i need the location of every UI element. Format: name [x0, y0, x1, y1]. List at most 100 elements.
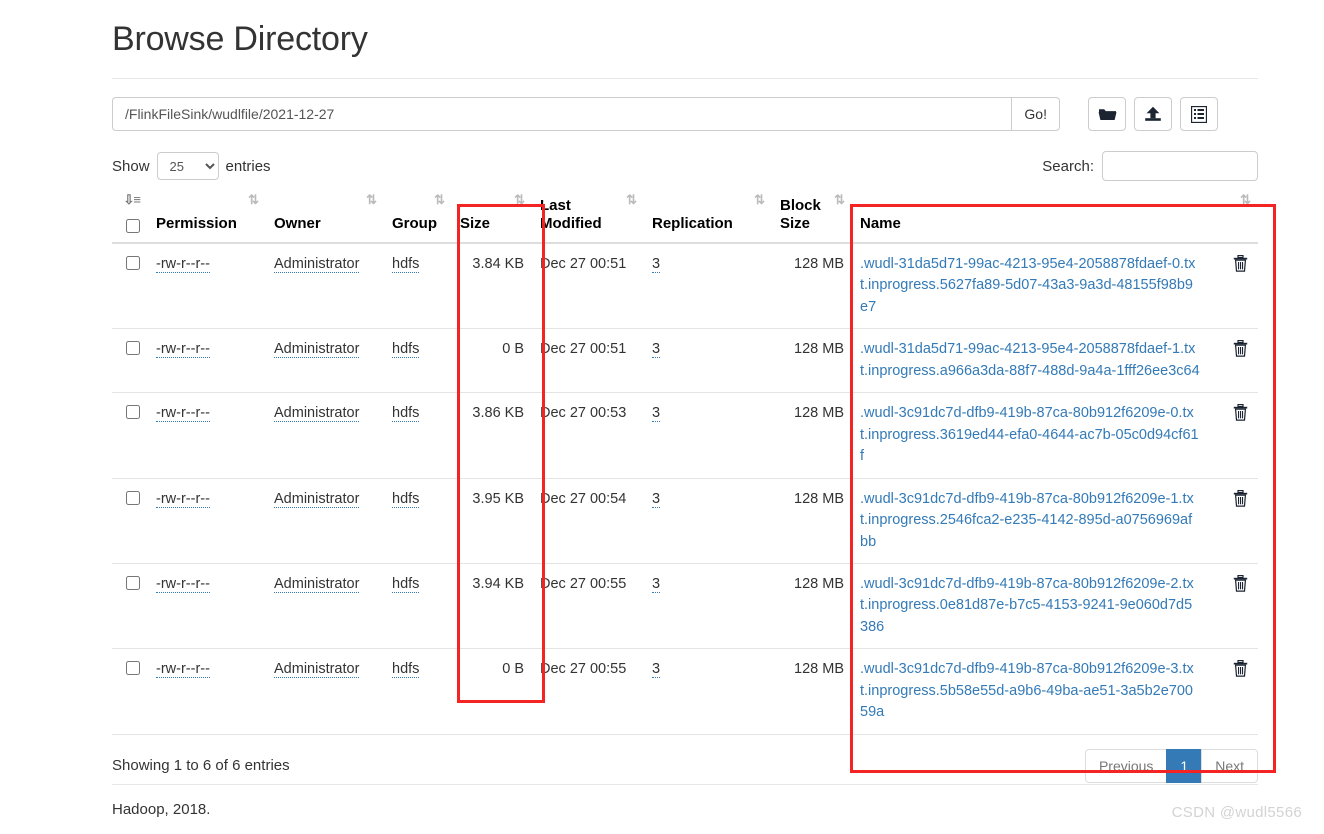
delete-file-button[interactable]	[1233, 489, 1248, 510]
name-cell: .wudl-31da5d71-99ac-4213-95e4-2058878fda…	[852, 328, 1222, 394]
permission-cell: -rw-r--r--	[148, 478, 266, 564]
header-owner[interactable]: ⇅ Owner	[266, 191, 384, 244]
row-checkbox[interactable]	[126, 575, 140, 590]
page-length-select[interactable]: 25	[156, 152, 219, 180]
owner-cell: Administrator	[266, 328, 384, 394]
sort-icon[interactable]: ⇩≡	[124, 193, 142, 206]
search-input[interactable]	[1102, 151, 1258, 181]
row-select-cell	[112, 243, 148, 330]
group-link[interactable]: hdfs	[392, 661, 420, 679]
header-last-modified[interactable]: ⇅ Last Modified	[532, 191, 644, 244]
directory-path-input[interactable]	[112, 97, 1012, 131]
sort-icon[interactable]: ⇅	[754, 193, 765, 206]
sort-icon[interactable]: ⇅	[434, 193, 445, 206]
replication-link[interactable]: 3	[652, 405, 661, 423]
header-block-size[interactable]: ⇅ Block Size	[772, 191, 852, 244]
replication-cell: 3	[644, 478, 772, 564]
name-cell: .wudl-3c91dc7d-dfb9-419b-87ca-80b912f620…	[852, 478, 1222, 564]
group-cell: hdfs	[384, 478, 452, 564]
owner-link[interactable]: Administrator	[274, 341, 360, 359]
page-title: Browse Directory	[112, 20, 368, 58]
sort-icon[interactable]: ⇅	[626, 193, 637, 206]
header-permission[interactable]: ⇅ Permission	[148, 191, 266, 244]
block-size-cell: 128 MB	[772, 392, 852, 479]
owner-link[interactable]: Administrator	[274, 405, 360, 423]
row-checkbox[interactable]	[126, 405, 140, 420]
page-1-button[interactable]: 1	[1166, 748, 1203, 783]
replication-link[interactable]: 3	[652, 661, 661, 679]
group-link[interactable]: hdfs	[392, 575, 420, 593]
header-group-label: Group	[392, 215, 437, 232]
header-name[interactable]: ⇅ Name	[852, 191, 1258, 244]
sort-icon[interactable]: ⇅	[248, 193, 259, 206]
header-select-all[interactable]: ⇩≡	[112, 191, 148, 244]
table-row: -rw-r--r-- Administrator hdfs 3.86 KB De…	[112, 392, 1258, 479]
pagination-controls: Previous 1 Next	[1084, 748, 1258, 783]
list-icon	[1191, 105, 1207, 123]
name-cell: .wudl-3c91dc7d-dfb9-419b-87ca-80b912f620…	[852, 648, 1222, 735]
block-size-cell: 128 MB	[772, 648, 852, 735]
delete-file-button[interactable]	[1233, 574, 1248, 595]
group-link[interactable]: hdfs	[392, 256, 420, 273]
cut-paste-button[interactable]	[1180, 97, 1218, 131]
block-size-cell: 128 MB	[772, 243, 852, 330]
upload-files-button[interactable]	[1134, 97, 1172, 131]
permission-link[interactable]: -rw-r--r--	[156, 341, 210, 359]
file-name-link[interactable]: .wudl-31da5d71-99ac-4213-95e4-2058878fda…	[860, 339, 1200, 382]
group-cell: hdfs	[384, 563, 452, 650]
delete-file-button[interactable]	[1233, 404, 1248, 421]
replication-link[interactable]: 3	[652, 256, 661, 273]
row-checkbox[interactable]	[126, 256, 140, 270]
file-name-link[interactable]: .wudl-31da5d71-99ac-4213-95e4-2058878fda…	[860, 254, 1200, 318]
group-link[interactable]: hdfs	[392, 341, 420, 359]
group-link[interactable]: hdfs	[392, 490, 420, 508]
file-name-link[interactable]: .wudl-3c91dc7d-dfb9-419b-87ca-80b912f620…	[860, 574, 1200, 638]
search-control: Search:	[1042, 151, 1258, 181]
permission-link[interactable]: -rw-r--r--	[156, 490, 210, 508]
owner-link[interactable]: Administrator	[274, 575, 360, 593]
file-name-link[interactable]: .wudl-3c91dc7d-dfb9-419b-87ca-80b912f620…	[860, 489, 1200, 553]
group-link[interactable]: hdfs	[392, 405, 420, 423]
permission-link[interactable]: -rw-r--r--	[156, 405, 210, 423]
permission-link[interactable]: -rw-r--r--	[156, 575, 210, 593]
name-cell: .wudl-3c91dc7d-dfb9-419b-87ca-80b912f620…	[852, 563, 1222, 650]
file-name-link[interactable]: .wudl-3c91dc7d-dfb9-419b-87ca-80b912f620…	[860, 403, 1200, 467]
entries-info: Showing 1 to 6 of 6 entries	[112, 757, 290, 775]
create-directory-button[interactable]	[1088, 97, 1126, 131]
replication-link[interactable]: 3	[652, 341, 661, 359]
row-checkbox[interactable]	[126, 490, 140, 505]
row-select-cell	[112, 392, 148, 479]
header-size[interactable]: ⇅ Size	[452, 191, 532, 244]
next-page-button[interactable]: Next	[1201, 748, 1258, 783]
name-cell: .wudl-31da5d71-99ac-4213-95e4-2058878fda…	[852, 243, 1222, 330]
delete-file-button[interactable]	[1233, 255, 1248, 272]
replication-link[interactable]: 3	[652, 575, 661, 593]
permission-link[interactable]: -rw-r--r--	[156, 256, 210, 273]
previous-page-button[interactable]: Previous	[1084, 748, 1168, 783]
sort-icon[interactable]: ⇅	[834, 193, 845, 206]
row-checkbox[interactable]	[126, 341, 140, 356]
select-all-checkbox[interactable]	[126, 219, 140, 233]
trash-icon	[1233, 574, 1248, 595]
trash-icon	[1233, 489, 1248, 510]
permission-link[interactable]: -rw-r--r--	[156, 661, 210, 679]
go-button[interactable]: Go!	[1011, 97, 1060, 131]
sort-icon[interactable]: ⇅	[514, 193, 525, 206]
header-group[interactable]: ⇅ Group	[384, 191, 452, 244]
file-name-link[interactable]: .wudl-3c91dc7d-dfb9-419b-87ca-80b912f620…	[860, 659, 1200, 723]
replication-link[interactable]: 3	[652, 490, 661, 508]
header-replication[interactable]: ⇅ Replication	[644, 191, 772, 244]
delete-file-button[interactable]	[1233, 340, 1248, 358]
sort-icon[interactable]: ⇅	[1240, 193, 1251, 206]
path-toolbar: Go!	[112, 97, 1258, 131]
sort-icon[interactable]: ⇅	[366, 193, 377, 206]
table-row: -rw-r--r-- Administrator hdfs 0 B Dec 27…	[112, 328, 1258, 394]
owner-link[interactable]: Administrator	[274, 256, 360, 273]
row-checkbox[interactable]	[126, 661, 140, 676]
owner-link[interactable]: Administrator	[274, 490, 360, 508]
table-row: -rw-r--r-- Administrator hdfs 0 B Dec 27…	[112, 648, 1258, 735]
owner-link[interactable]: Administrator	[274, 661, 360, 679]
table-controls: Show 25 entries Search:	[112, 151, 1258, 181]
last-modified-cell: Dec 27 00:55	[532, 563, 644, 650]
delete-file-button[interactable]	[1233, 660, 1248, 678]
